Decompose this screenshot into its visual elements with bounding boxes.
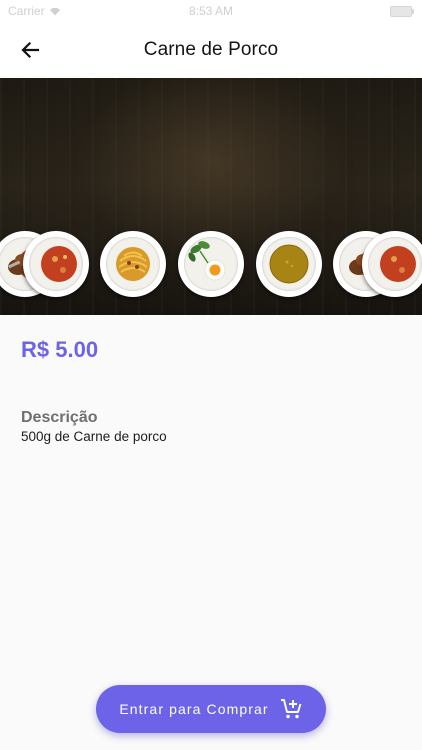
plate-spaghetti-image — [100, 231, 166, 297]
product-price: R$ 5.00 — [21, 337, 99, 362]
plate-meat-overlap-image — [23, 231, 89, 297]
description-text: 500g de Carne de porco — [21, 429, 167, 444]
status-bar: Carrier 8:53 AM — [0, 0, 422, 22]
description-heading: Descrição — [21, 409, 98, 426]
status-time: 8:53 AM — [188, 4, 234, 18]
buy-button-label: Entrar para Comprar — [119, 701, 269, 717]
app-bar: Carne de Porco — [0, 22, 422, 78]
battery-icon — [390, 6, 414, 17]
plate-soup-image — [256, 231, 322, 297]
plate-meat-overlap-image-2 — [362, 231, 422, 297]
product-image — [0, 78, 422, 315]
buy-button[interactable]: Entrar para Comprar — [96, 685, 326, 733]
page-title: Carne de Porco — [143, 39, 279, 60]
add-shopping-cart-icon — [280, 699, 302, 719]
plate-egg-image — [178, 231, 244, 297]
